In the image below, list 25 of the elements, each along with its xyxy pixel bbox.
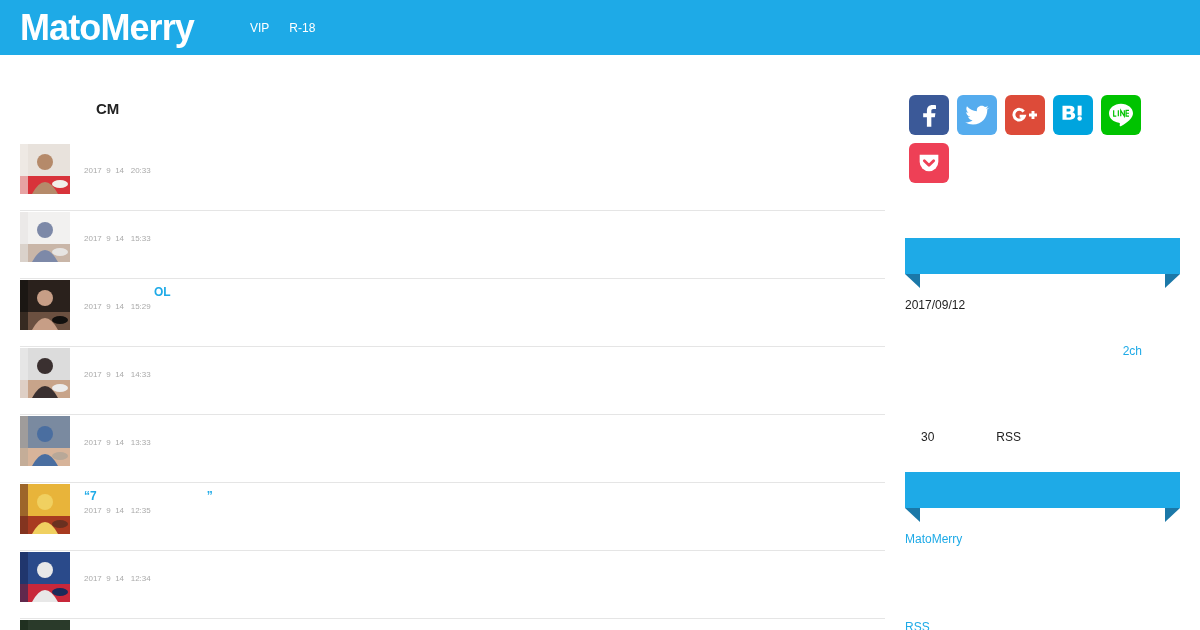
section-heading: CM — [96, 99, 121, 118]
text-link[interactable]: MatoMerry — [905, 530, 1180, 548]
text-link[interactable]: 2ch — [1122, 342, 1142, 360]
post-title-link[interactable]: OL — [154, 283, 171, 299]
pocket-icon[interactable] — [909, 143, 949, 183]
facebook-icon[interactable] — [909, 95, 949, 135]
hatena-icon[interactable] — [1053, 95, 1093, 135]
post-title-link[interactable]: “7 — [84, 487, 97, 503]
chat-bubble-icon[interactable] — [1101, 95, 1141, 135]
nav-link[interactable]: VIP — [250, 18, 270, 37]
post-date: 2017 9 14 14:33 — [84, 369, 151, 381]
post-title-link[interactable]: ” — [206, 487, 213, 503]
count-text: 30 — [921, 429, 935, 446]
post-date: 2017 9 14 15:29 — [84, 301, 152, 313]
post-date: 2017 9 14 15:33 — [84, 233, 151, 245]
rss-text: RSS — [996, 429, 1022, 446]
post-date: 2017 9 14 13:33 — [84, 437, 151, 449]
post-date: 2017 9 14 20:33 — [84, 165, 151, 177]
widget-date: 2017/09/12 — [905, 297, 967, 314]
post-date: 2017 9 14 12:34 — [84, 573, 151, 585]
post-date: 2017 9 14 12:35 — [84, 505, 152, 517]
nav-link[interactable]: R-18 — [289, 18, 316, 37]
site-logo[interactable]: MatoMerry — [20, 9, 250, 46]
google-plus-icon[interactable] — [1005, 95, 1045, 135]
bird-icon[interactable] — [957, 95, 997, 135]
